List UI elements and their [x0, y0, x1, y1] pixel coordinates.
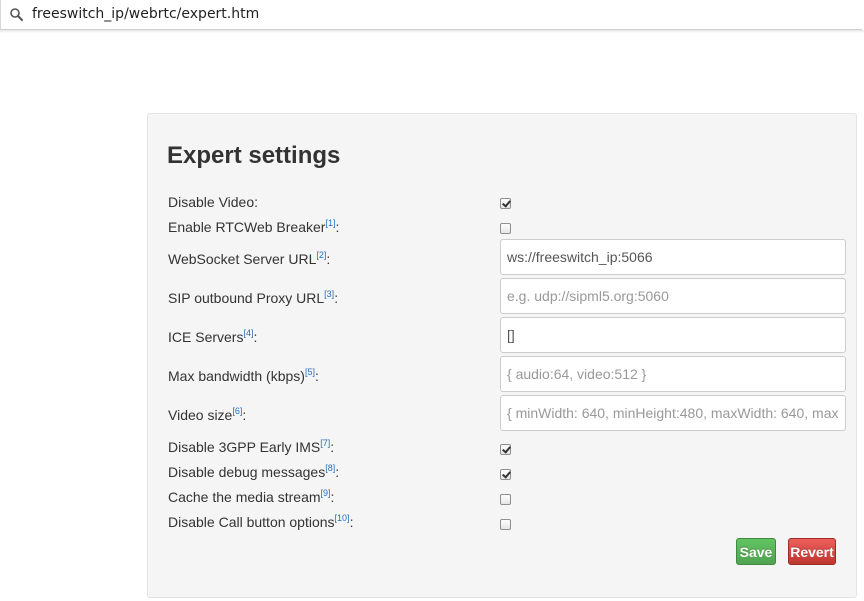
disable-debug-messages-label: Disable debug messages[8]: — [168, 463, 340, 480]
footnote-link-7[interactable]: [7] — [320, 438, 330, 448]
disable-call-button-options-label: Disable Call button options[10]: — [168, 513, 354, 530]
footnote-link-9[interactable]: [9] — [321, 488, 331, 498]
disable-3gpp-early-ims-label: Disable 3GPP Early IMS[7]: — [168, 438, 335, 455]
video-size-input[interactable] — [500, 395, 846, 431]
websocket-server-url-input[interactable] — [500, 239, 846, 275]
footnote-link-5[interactable]: [5] — [305, 367, 315, 377]
max-bandwidth-input[interactable] — [500, 356, 846, 392]
enable-rtcweb-breaker-label: Enable RTCWeb Breaker[1]: — [168, 218, 340, 235]
ice-servers-label: ICE Servers[4]: — [168, 328, 258, 345]
video-size-label: Video size[6]: — [168, 406, 247, 423]
footnote-link-8[interactable]: [8] — [325, 463, 335, 473]
footnote-link-10[interactable]: [10] — [335, 513, 350, 523]
page-title: Expert settings — [167, 142, 341, 169]
disable-debug-messages-checkbox[interactable] — [500, 469, 511, 480]
max-bandwidth-label: Max bandwidth (kbps)[5]: — [168, 367, 319, 384]
disable-3gpp-early-ims-checkbox[interactable] — [500, 444, 511, 455]
expert-settings-panel: Expert settings Disable Video: Enable RT… — [147, 113, 857, 598]
save-button[interactable]: Save — [736, 538, 776, 565]
cache-media-stream-checkbox[interactable] — [500, 494, 511, 505]
footnote-link-1[interactable]: [1] — [325, 218, 335, 228]
disable-video-checkbox[interactable] — [500, 198, 511, 209]
footnote-link-6[interactable]: [6] — [232, 406, 242, 416]
url-text[interactable]: freeswitch_ip/webrtc/expert.htm — [32, 6, 259, 22]
websocket-server-url-label: WebSocket Server URL[2]: — [168, 250, 331, 267]
footnote-link-3[interactable]: [3] — [324, 289, 334, 299]
footnote-link-4[interactable]: [4] — [243, 328, 253, 338]
enable-rtcweb-breaker-checkbox[interactable] — [500, 223, 511, 234]
footnote-link-2[interactable]: [2] — [316, 250, 326, 260]
sip-outbound-proxy-url-label: SIP outbound Proxy URL[3]: — [168, 289, 339, 306]
sip-outbound-proxy-url-input[interactable] — [500, 278, 846, 314]
search-icon — [10, 8, 23, 21]
address-bar-shadow — [0, 30, 864, 33]
revert-button[interactable]: Revert — [788, 538, 836, 565]
disable-call-button-options-checkbox[interactable] — [500, 519, 511, 530]
cache-media-stream-label: Cache the media stream[9]: — [168, 488, 335, 505]
ice-servers-input[interactable] — [500, 317, 846, 353]
address-bar[interactable]: freeswitch_ip/webrtc/expert.htm — [0, 0, 862, 30]
disable-video-label: Disable Video: — [168, 194, 259, 210]
